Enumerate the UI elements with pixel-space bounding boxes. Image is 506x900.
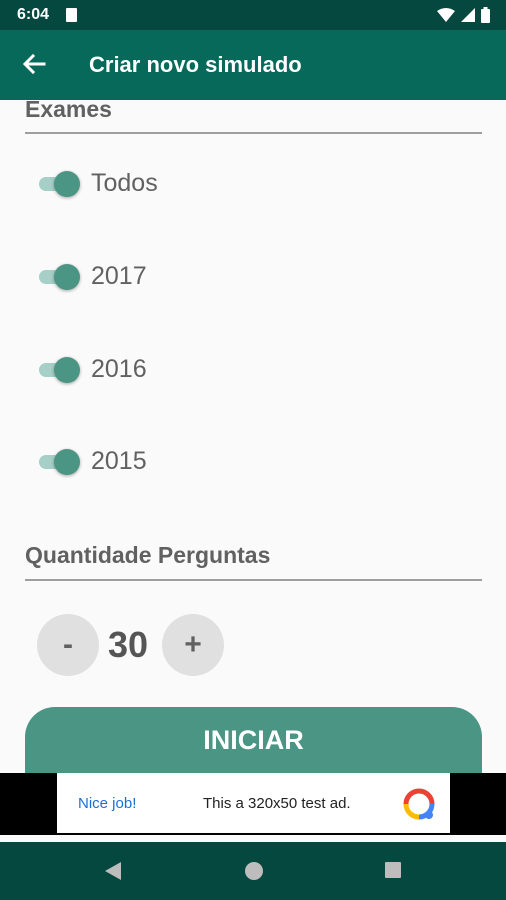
sd-card-icon xyxy=(66,8,77,22)
toggle-label: 2015 xyxy=(91,447,147,475)
decrement-button[interactable]: - xyxy=(37,614,99,676)
increment-button[interactable]: + xyxy=(162,614,224,676)
status-icons xyxy=(437,7,490,23)
signal-icon xyxy=(461,8,475,22)
ad-left-text[interactable]: Nice job! xyxy=(78,795,136,812)
toggle-thumb[interactable] xyxy=(54,449,80,475)
ad-logo-icon[interactable] xyxy=(402,787,436,821)
ad-box[interactable]: Nice job! This a 320x50 test ad. xyxy=(57,773,450,833)
app-bar: Criar novo simulado xyxy=(0,30,506,100)
recents-nav-icon[interactable] xyxy=(384,861,402,879)
start-button[interactable]: INICIAR xyxy=(25,707,482,773)
divider xyxy=(25,579,482,581)
battery-icon xyxy=(481,7,490,23)
status-time: 6:04 xyxy=(17,6,50,23)
home-nav-icon[interactable] xyxy=(244,861,264,881)
ad-main-text: This a 320x50 test ad. xyxy=(203,795,351,812)
toggle-thumb[interactable] xyxy=(54,264,80,290)
toggle-label: 2016 xyxy=(91,355,147,383)
divider xyxy=(25,132,482,134)
question-count: 30 xyxy=(108,624,149,665)
toggle-thumb[interactable] xyxy=(54,357,80,383)
section-title-questions: Quantidade Perguntas xyxy=(25,542,271,568)
status-bar: 6:04 xyxy=(0,0,506,30)
arrow-left-icon[interactable] xyxy=(20,50,48,78)
section-title-exams: Exames xyxy=(25,96,112,122)
toggle-label: Todos xyxy=(91,169,158,197)
toggle-label: 2017 xyxy=(91,262,147,290)
page-title: Criar novo simulado xyxy=(89,52,302,77)
wifi-icon xyxy=(437,8,455,22)
back-nav-icon[interactable] xyxy=(103,861,123,881)
system-nav-bar xyxy=(0,842,506,900)
toggle-thumb[interactable] xyxy=(54,171,80,197)
nav-gap xyxy=(0,835,506,842)
ad-banner: Nice job! This a 320x50 test ad. xyxy=(0,773,506,835)
